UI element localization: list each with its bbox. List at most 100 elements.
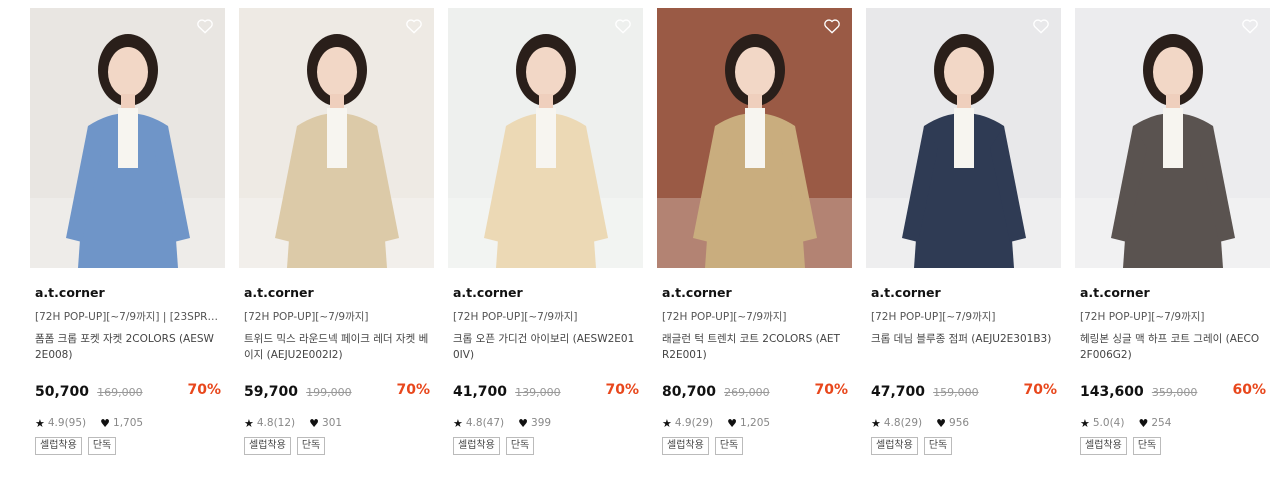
badge-celeb: 셀럽착용 bbox=[453, 437, 500, 455]
star-icon: ★ bbox=[244, 416, 254, 430]
promo-tag: [72H POP-UP][~7/9까지] bbox=[871, 311, 996, 323]
likes-count: 301 bbox=[322, 417, 343, 429]
heart-outline-icon[interactable] bbox=[1240, 16, 1260, 36]
heart-icon: ♥ bbox=[518, 416, 529, 430]
badge-celeb: 셀럽착용 bbox=[662, 437, 709, 455]
star-icon: ★ bbox=[453, 416, 463, 430]
brand-name[interactable]: a.t.corner bbox=[1075, 285, 1270, 303]
discount-rate: 60% bbox=[1232, 382, 1266, 398]
rating-value: 4.8(47) bbox=[465, 417, 505, 429]
badge-list: 셀럽착용 단독 bbox=[448, 437, 643, 455]
badge-exclusive: 단독 bbox=[87, 437, 117, 455]
likes: ♥ 399 bbox=[518, 417, 551, 430]
likes: ♥ 1,705 bbox=[100, 417, 143, 430]
original-price: 159,000 bbox=[933, 386, 979, 399]
discount-rate: 70% bbox=[187, 382, 221, 398]
rating-value: 4.8(12) bbox=[256, 417, 296, 429]
price-row: 47,700 159,000 70% bbox=[866, 381, 1061, 403]
product-grid: a.t.corner [72H POP-UP][~7/9까지] | [23SPR… bbox=[0, 0, 1287, 490]
heart-outline-icon[interactable] bbox=[822, 16, 842, 36]
badge-exclusive: 단독 bbox=[505, 437, 535, 455]
promo-tag: [72H POP-UP][~7/9까지] bbox=[1080, 311, 1205, 323]
product-card-6[interactable]: a.t.corner [72H POP-UP][~7/9까지] 헤링본 싱글 맥… bbox=[1075, 8, 1270, 455]
badge-celeb: 셀럽착용 bbox=[35, 437, 82, 455]
sale-price: 80,700 bbox=[662, 384, 717, 400]
sale-price: 50,700 bbox=[35, 384, 90, 400]
product-image[interactable] bbox=[448, 8, 643, 268]
heart-icon: ♥ bbox=[309, 416, 320, 430]
product-title[interactable]: 크롭 데님 블루종 점퍼 (AEJU2E301B3) bbox=[866, 331, 1056, 365]
price-row: 50,700 169,000 70% bbox=[30, 381, 225, 403]
heart-icon: ♥ bbox=[100, 416, 111, 430]
price-row: 143,600 359,000 60% bbox=[1075, 381, 1270, 403]
original-price: 269,000 bbox=[724, 386, 770, 399]
badge-list: 셀럽착용 단독 bbox=[30, 437, 225, 455]
rating-likes: ★ 4.9(95) ♥ 1,705 bbox=[30, 415, 225, 431]
sale-price: 41,700 bbox=[453, 384, 508, 400]
likes: ♥ 1,205 bbox=[727, 417, 770, 430]
brand-name[interactable]: a.t.corner bbox=[239, 285, 434, 303]
product-title[interactable]: 폼폼 크롭 포켓 자켓 2COLORS (AESW2E008) bbox=[30, 331, 220, 365]
badge-list: 셀럽착용 단독 bbox=[239, 437, 434, 455]
star-icon: ★ bbox=[35, 416, 45, 430]
product-card-5[interactable]: a.t.corner [72H POP-UP][~7/9까지] 크롭 데님 블루… bbox=[866, 8, 1061, 455]
product-title[interactable]: 크롭 오픈 가디건 아이보리 (AESW2E010IV) bbox=[448, 331, 638, 365]
brand-name[interactable]: a.t.corner bbox=[657, 285, 852, 303]
rating-value: 4.9(29) bbox=[674, 417, 714, 429]
promo-tag: [72H POP-UP][~7/9까지] bbox=[662, 311, 787, 323]
likes-count: 1,205 bbox=[740, 417, 771, 429]
rating-value: 4.8(29) bbox=[883, 417, 923, 429]
product-image[interactable] bbox=[866, 8, 1061, 268]
badge-exclusive: 단독 bbox=[296, 437, 326, 455]
rating-likes: ★ 4.9(29) ♥ 1,205 bbox=[657, 415, 852, 431]
product-title[interactable]: 헤링본 싱글 맥 하프 코트 그레이 (AECO2F006G2) bbox=[1075, 331, 1265, 365]
brand-name[interactable]: a.t.corner bbox=[448, 285, 643, 303]
price-row: 80,700 269,000 70% bbox=[657, 381, 852, 403]
badge-celeb: 셀럽착용 bbox=[244, 437, 291, 455]
product-image[interactable] bbox=[1075, 8, 1270, 268]
rating-likes: ★ 5.0(4) ♥ 254 bbox=[1075, 415, 1270, 431]
promo-tag: [72H POP-UP][~7/9까지] bbox=[453, 311, 578, 323]
product-photo bbox=[866, 8, 1061, 268]
product-image[interactable] bbox=[657, 8, 852, 268]
badge-celeb: 셀럽착용 bbox=[1080, 437, 1127, 455]
heart-icon: ♥ bbox=[727, 416, 738, 430]
product-card-2[interactable]: a.t.corner [72H POP-UP][~7/9까지] 트위드 믹스 라… bbox=[239, 8, 434, 455]
likes: ♥ 956 bbox=[936, 417, 969, 430]
product-photo bbox=[448, 8, 643, 268]
likes-count: 254 bbox=[1151, 417, 1172, 429]
likes-count: 399 bbox=[531, 417, 552, 429]
product-card-4[interactable]: a.t.corner [72H POP-UP][~7/9까지] 래글런 턱 트렌… bbox=[657, 8, 852, 455]
product-title[interactable]: 래글런 턱 트렌치 코트 2COLORS (AETR2E001) bbox=[657, 331, 847, 365]
rating-likes: ★ 4.8(12) ♥ 301 bbox=[239, 415, 434, 431]
price-row: 41,700 139,000 70% bbox=[448, 381, 643, 403]
heart-outline-icon[interactable] bbox=[404, 16, 424, 36]
badge-exclusive: 단독 bbox=[714, 437, 744, 455]
brand-name[interactable]: a.t.corner bbox=[30, 285, 225, 303]
heart-outline-icon[interactable] bbox=[613, 16, 633, 36]
product-image[interactable] bbox=[239, 8, 434, 268]
product-card-3[interactable]: a.t.corner [72H POP-UP][~7/9까지] 크롭 오픈 가디… bbox=[448, 8, 643, 455]
product-card-1[interactable]: a.t.corner [72H POP-UP][~7/9까지] | [23SPR… bbox=[30, 8, 225, 455]
star-icon: ★ bbox=[871, 416, 881, 430]
product-title[interactable]: 트위드 믹스 라운드넥 페이크 레더 자켓 베이지 (AEJU2E002I2) bbox=[239, 331, 429, 365]
sale-price: 59,700 bbox=[244, 384, 299, 400]
promo-tag: [72H POP-UP][~7/9까지] bbox=[244, 311, 369, 323]
badge-list: 셀럽착용 단독 bbox=[1075, 437, 1270, 455]
product-photo bbox=[1075, 8, 1270, 268]
discount-rate: 70% bbox=[1023, 382, 1057, 398]
heart-outline-icon[interactable] bbox=[195, 16, 215, 36]
star-icon: ★ bbox=[1080, 416, 1090, 430]
brand-name[interactable]: a.t.corner bbox=[866, 285, 1061, 303]
likes-count: 956 bbox=[949, 417, 970, 429]
price-row: 59,700 199,000 70% bbox=[239, 381, 434, 403]
product-image[interactable] bbox=[30, 8, 225, 268]
badge-exclusive: 단독 bbox=[1132, 437, 1162, 455]
rating-likes: ★ 4.8(47) ♥ 399 bbox=[448, 415, 643, 431]
badge-list: 셀럽착용 단독 bbox=[866, 437, 1061, 455]
badge-celeb: 셀럽착용 bbox=[871, 437, 918, 455]
original-price: 139,000 bbox=[515, 386, 561, 399]
original-price: 359,000 bbox=[1151, 386, 1198, 399]
heart-outline-icon[interactable] bbox=[1031, 16, 1051, 36]
product-photo bbox=[657, 8, 852, 268]
